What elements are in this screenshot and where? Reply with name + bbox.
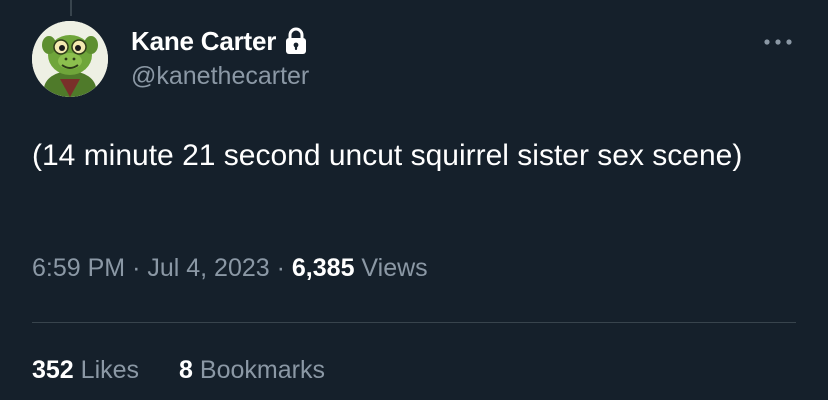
bookmarks-stat[interactable]: 8 Bookmarks — [179, 356, 325, 385]
tweet-text: (14 minute 21 second uncut squirrel sist… — [32, 139, 743, 172]
likes-count: 352 — [32, 356, 74, 384]
likes-label: Likes — [80, 356, 140, 384]
bookmarks-count: 8 — [179, 356, 193, 384]
divider — [32, 322, 796, 323]
more-horizontal-icon — [764, 39, 792, 45]
views-count: 6,385 — [291, 254, 355, 282]
tweet-meta: 6:59 PM · Jul 4, 2023 · 6,385 Views — [32, 254, 428, 283]
engagement-stats: 352 Likes 8 Bookmarks — [32, 356, 325, 385]
tweet-date[interactable]: Jul 4, 2023 — [147, 254, 269, 282]
more-options-button[interactable] — [760, 30, 796, 54]
meta-separator: · — [276, 254, 285, 282]
avatar[interactable] — [32, 21, 108, 97]
views-label: Views — [361, 254, 428, 282]
bookmarks-label: Bookmarks — [199, 356, 325, 384]
lock-icon — [284, 27, 308, 55]
tweet-time[interactable]: 6:59 PM — [32, 254, 125, 282]
thread-connector-line — [70, 0, 72, 16]
author-display-name[interactable]: Kane Carter — [131, 26, 276, 57]
author-handle[interactable]: @kanethecarter — [131, 62, 309, 91]
meta-separator: · — [132, 254, 141, 282]
author-name-row: Kane Carter — [131, 24, 308, 58]
avatar-image — [32, 21, 108, 97]
likes-stat[interactable]: 352 Likes — [32, 356, 139, 385]
